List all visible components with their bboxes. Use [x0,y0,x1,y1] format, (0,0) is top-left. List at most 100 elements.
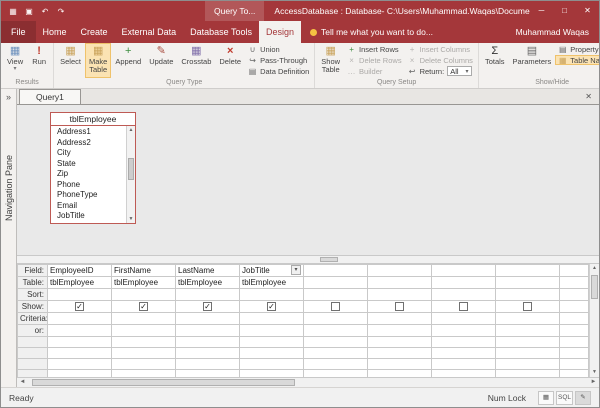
grid-or-cell[interactable] [48,325,112,337]
ribbon-tab-file[interactable]: File [1,21,36,43]
grid-sort-cell[interactable] [432,289,496,301]
make-table-button[interactable]: ▦Make Table [85,43,111,78]
grid-show-cell[interactable] [432,301,496,313]
grid-or-cell[interactable] [368,337,432,348]
grid-or-cell[interactable] [240,325,304,337]
scroll-down-icon[interactable]: ▼ [590,368,599,377]
property-sheet-button[interactable]: ▤Property Sheet [555,44,599,54]
insert-rows-button[interactable]: +Insert Rows [344,44,405,54]
grid-or-cell[interactable] [48,370,112,378]
run-button[interactable]: !Run [27,43,51,78]
grid-or-cell[interactable] [176,325,240,337]
grid-or-cell[interactable] [432,359,496,370]
grid-or-cell[interactable] [48,337,112,348]
field-list-item-address1[interactable]: Address1 [51,127,126,138]
table-names-button[interactable]: ▦Table Names [555,55,599,65]
navigation-pane-collapsed[interactable]: » Navigation Pane [1,89,17,387]
field-list-title[interactable]: tblEmployee [51,113,135,126]
grid-sort-cell[interactable] [368,289,432,301]
grid-criteria-cell[interactable] [48,313,112,325]
grid-or-cell[interactable] [432,348,496,359]
grid-table-cell[interactable]: tblEmployee [48,277,112,289]
grid-or-cell[interactable] [304,370,368,378]
grid-or-cell[interactable] [112,337,176,348]
grid-criteria-cell[interactable] [304,313,368,325]
show-checkbox[interactable] [331,302,340,311]
grid-sort-cell[interactable] [496,289,560,301]
grid-field-cell[interactable]: FirstName [112,265,176,277]
grid-horizontal-scrollbar[interactable]: ◄ ► [17,377,599,387]
show-checkbox[interactable]: ✓ [139,302,148,311]
design-view-button[interactable]: ✎ [575,391,591,405]
grid-criteria-cell[interactable] [432,313,496,325]
grid-or-cell[interactable] [304,348,368,359]
grid-or-cell[interactable] [368,348,432,359]
show-checkbox[interactable]: ✓ [75,302,84,311]
grid-or-cell[interactable] [240,370,304,378]
grid-or-cell[interactable] [432,337,496,348]
grid-or-cell[interactable] [496,325,560,337]
grid-or-cell[interactable] [176,359,240,370]
scroll-thumb[interactable] [320,257,338,262]
maximize-button[interactable]: □ [553,1,576,21]
grid-or-cell[interactable] [112,348,176,359]
data-definition-button[interactable]: ▤Data Definition [245,66,312,76]
grid-field-cell[interactable] [304,265,368,277]
field-dropdown-icon[interactable]: ▾ [291,265,301,275]
field-list-item-phone[interactable]: Phone [51,180,126,191]
grid-show-cell[interactable]: ✓ [240,301,304,313]
grid-sort-cell[interactable] [240,289,304,301]
return-button[interactable]: ↩Return:All▾ [405,66,476,76]
grid-show-cell[interactable] [368,301,432,313]
ribbon-tab-home[interactable]: Home [36,21,74,43]
grid-or-cell[interactable] [432,325,496,337]
ribbon-tab-create[interactable]: Create [74,21,115,43]
scroll-right-icon[interactable]: ► [588,378,599,387]
grid-or-cell[interactable] [304,325,368,337]
grid-field-cell[interactable] [496,265,560,277]
show-checkbox[interactable] [395,302,404,311]
union-button[interactable]: ∪Union [245,44,312,54]
grid-or-cell[interactable] [496,337,560,348]
field-list-item-city[interactable]: City [51,148,126,159]
grid-or-cell[interactable] [112,370,176,378]
field-list-item-state[interactable]: State [51,159,126,170]
datasheet-view-button[interactable]: ▦ [538,391,554,405]
show-checkbox[interactable]: ✓ [203,302,212,311]
grid-show-cell[interactable]: ✓ [48,301,112,313]
update-button[interactable]: ✎Update [145,43,177,78]
grid-field-cell[interactable]: ▾JobTitle [240,265,304,277]
field-list-item-jobtitle[interactable]: JobTitle [51,211,126,222]
grid-or-cell[interactable] [368,359,432,370]
expand-nav-chevrons-icon[interactable]: » [6,89,11,105]
grid-field-cell[interactable]: EmployeeID [48,265,112,277]
tell-me-box[interactable]: Tell me what you want to do... [301,21,442,43]
scroll-up-icon[interactable]: ▲ [590,264,599,273]
scroll-track[interactable] [28,378,588,387]
append-button[interactable]: +Append [111,43,145,78]
grid-field-cell[interactable] [432,265,496,277]
scroll-down-icon[interactable]: ▼ [127,215,135,223]
scroll-thumb[interactable] [591,275,598,299]
grid-vertical-scrollbar[interactable]: ▲ ▼ [589,264,599,377]
grid-or-cell[interactable] [496,348,560,359]
pass-through-button[interactable]: ↪Pass-Through [245,55,312,65]
grid-table-cell[interactable] [304,277,368,289]
grid-table-cell[interactable]: tblEmployee [176,277,240,289]
select-button[interactable]: ▦Select [56,43,85,78]
scroll-thumb[interactable] [128,158,134,180]
grid-criteria-cell[interactable] [240,313,304,325]
totals-button[interactable]: ΣTotals [481,43,509,78]
grid-or-cell[interactable] [368,370,432,378]
top-pane-horizontal-scrollbar[interactable] [17,255,599,264]
grid-criteria-cell[interactable] [496,313,560,325]
field-list-scrollbar[interactable]: ▲ ▼ [126,126,135,223]
grid-or-cell[interactable] [368,325,432,337]
document-tab-query1[interactable]: Query1 [19,89,81,104]
grid-or-cell[interactable] [48,359,112,370]
grid-table-cell[interactable]: tblEmployee [240,277,304,289]
grid-or-cell[interactable] [176,337,240,348]
grid-field-cell[interactable] [368,265,432,277]
grid-or-cell[interactable] [48,348,112,359]
grid-or-cell[interactable] [240,348,304,359]
